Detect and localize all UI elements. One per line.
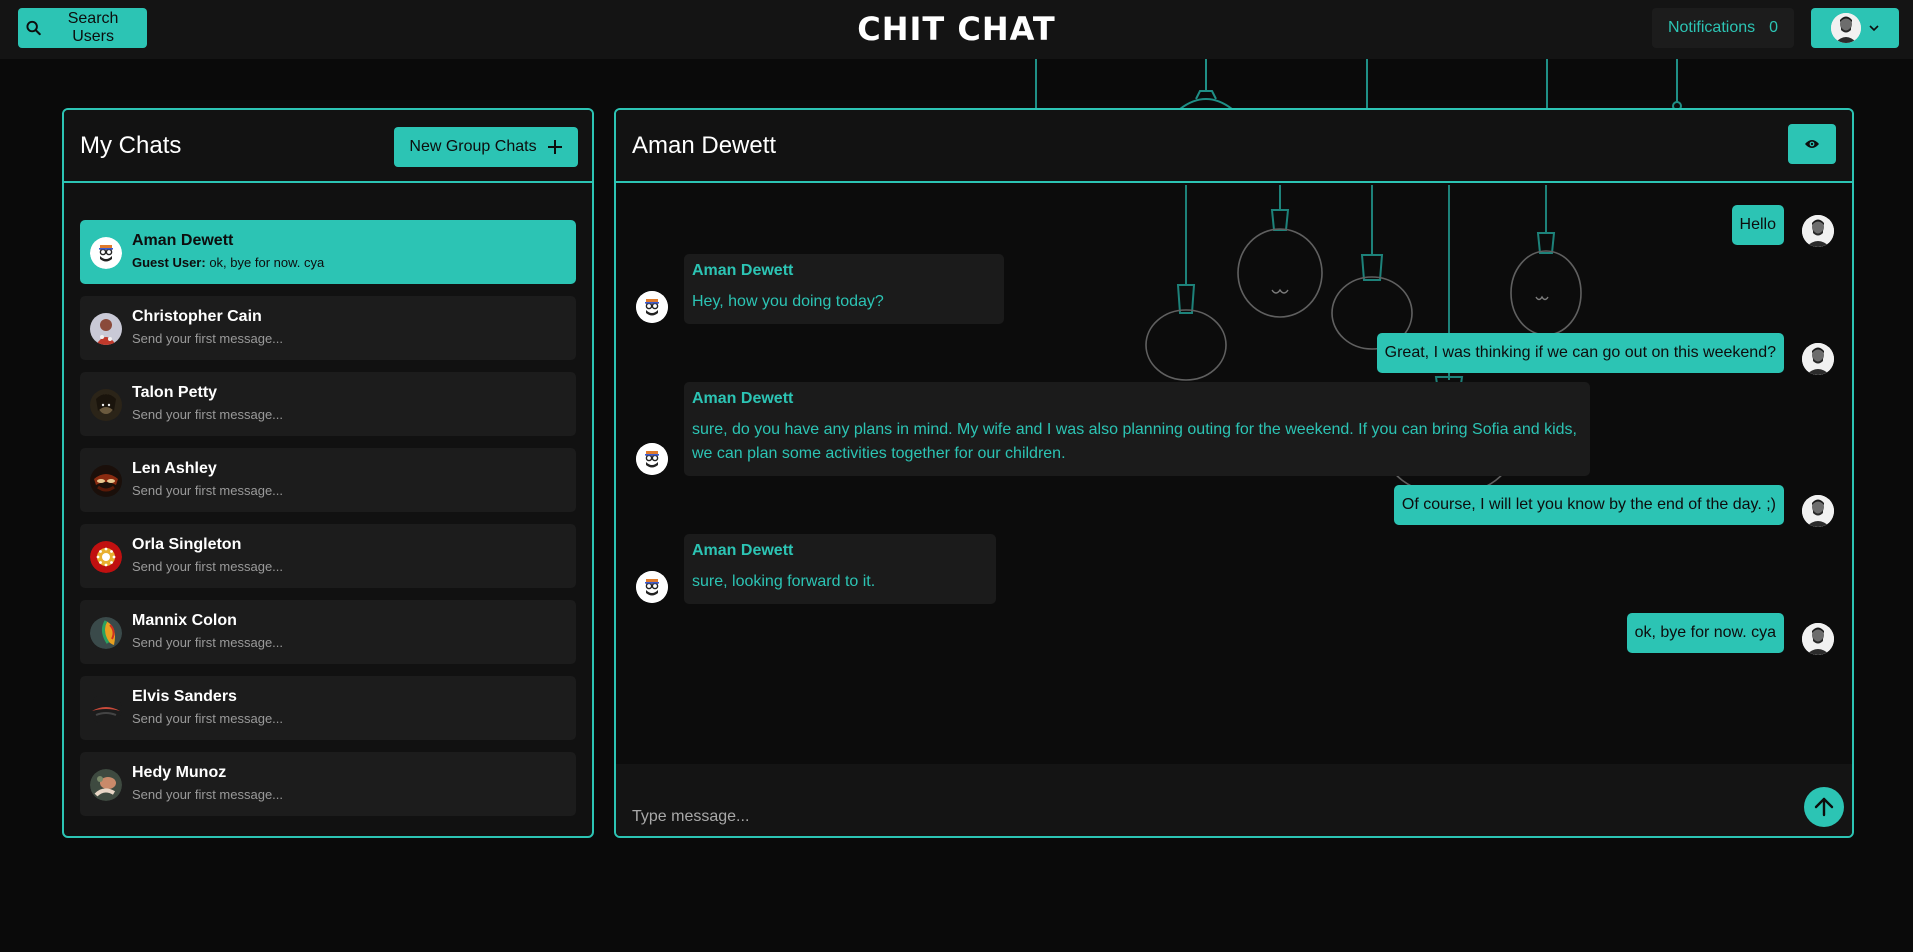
chat-title: Aman Dewett — [632, 132, 777, 159]
chat-item-christopher-cain[interactable]: Christopher Cain Send your first message… — [80, 296, 576, 360]
chat-item-len-ashley[interactable]: Len Ashley Send your first message... — [80, 448, 576, 512]
plus-icon — [547, 140, 562, 154]
notifications-label: Notifications — [1667, 19, 1756, 36]
arrow-up-icon — [1814, 797, 1834, 817]
message-text-line: sure, do you have any plans in mind. My … — [692, 421, 1577, 438]
message-outgoing: Great, I was thinking if we can go out o… — [1376, 333, 1784, 373]
chat-item-name: Len Ashley — [132, 460, 217, 477]
avatar — [90, 465, 122, 497]
message-text-line: we can plan some activities together for… — [692, 445, 1066, 462]
message-incoming: Aman Dewett sure, do you have any plans … — [684, 382, 1590, 476]
avatar — [90, 617, 122, 649]
eye-icon — [1805, 140, 1819, 148]
notifications-button[interactable]: Notifications 0 — [1652, 8, 1794, 48]
background-bulb-lines — [1035, 59, 1682, 109]
my-chats-panel: My Chats New Group Chats Aman Dewett Gue… — [62, 108, 594, 838]
send-button[interactable] — [1804, 787, 1844, 827]
notifications-count: 0 — [1769, 19, 1779, 36]
preview-text: ok, bye for now. cya — [209, 255, 325, 270]
chat-item-hedy-munoz[interactable]: Hedy Munoz Send your first message... — [80, 752, 576, 816]
chat-item-name: Elvis Sanders — [132, 688, 237, 705]
chat-item-name: Orla Singleton — [132, 536, 242, 553]
avatar — [90, 769, 122, 801]
view-profile-button[interactable] — [1788, 124, 1836, 164]
contact-avatar — [636, 291, 668, 323]
message-list: Hello Aman Dewett Hey, how you doing tod… — [616, 185, 1852, 836]
chat-item-preview: Send your first message... — [132, 407, 284, 422]
chat-item-preview: Send your first message... — [132, 559, 284, 574]
top-bar: Search Users CHIT CHAT Notifications 0 — [0, 0, 1913, 59]
message-text: Hello — [1739, 216, 1776, 233]
chat-item-preview: Send your first message... — [132, 635, 284, 650]
chat-item-preview: Send your first message... — [132, 787, 284, 802]
message-outgoing: ok, bye for now. cya — [1626, 613, 1784, 653]
my-avatar — [1802, 623, 1834, 655]
chat-item-name: Aman Dewett — [132, 232, 234, 249]
chat-item-elvis-sanders[interactable]: Elvis Sanders Send your first message... — [80, 676, 576, 740]
chat-list: Aman Dewett Guest User: ok, bye for now.… — [80, 220, 576, 828]
message-composer — [616, 764, 1852, 836]
avatar — [90, 237, 122, 269]
my-avatar — [1802, 343, 1834, 375]
chat-item-mannix-colon[interactable]: Mannix Colon Send your first message... — [80, 600, 576, 664]
chat-item-name: Mannix Colon — [132, 612, 237, 629]
chat-header: Aman Dewett — [616, 110, 1852, 183]
app-title: CHIT CHAT — [857, 10, 1056, 48]
user-avatar — [1831, 13, 1861, 43]
contact-avatar — [636, 443, 668, 475]
message-sender: Aman Dewett — [692, 390, 794, 407]
my-avatar — [1802, 215, 1834, 247]
chat-item-aman-dewett[interactable]: Aman Dewett Guest User: ok, bye for now.… — [80, 220, 576, 284]
chat-item-name: Christopher Cain — [132, 308, 262, 325]
chat-panel: Aman Dewett Hello Aman Dewett Hey, how y… — [614, 108, 1854, 838]
message-outgoing: Of course, I will let you know by the en… — [1393, 485, 1784, 525]
avatar — [90, 541, 122, 573]
message-incoming: Aman Dewett sure, looking forward to it. — [684, 534, 996, 604]
preview-sender: Guest User: — [132, 255, 206, 270]
chevron-down-icon — [1869, 25, 1879, 32]
message-text: Great, I was thinking if we can go out o… — [1384, 344, 1776, 361]
new-group-chat-label: New Group Chats — [409, 138, 537, 155]
message-sender: Aman Dewett — [692, 262, 794, 279]
message-text: Hey, how you doing today? — [692, 293, 884, 310]
chat-item-preview: Guest User: ok, bye for now. cya — [132, 255, 324, 270]
message-input[interactable] — [616, 764, 1776, 836]
message-text: ok, bye for now. cya — [1634, 624, 1776, 641]
chat-item-talon-petty[interactable]: Talon Petty Send your first message... — [80, 372, 576, 436]
chat-item-preview: Send your first message... — [132, 483, 284, 498]
avatar — [90, 313, 122, 345]
my-avatar — [1802, 495, 1834, 527]
chat-item-name: Talon Petty — [132, 384, 218, 401]
chat-item-orla-singleton[interactable]: Orla Singleton Send your first message..… — [80, 524, 576, 588]
profile-menu-button[interactable] — [1811, 8, 1899, 48]
message-text: Of course, I will let you know by the en… — [1401, 496, 1776, 513]
chat-item-preview: Send your first message... — [132, 711, 284, 726]
avatar — [90, 693, 122, 725]
new-group-chat-button[interactable]: New Group Chats — [394, 127, 578, 167]
message-text: sure, looking forward to it. — [692, 573, 876, 590]
chat-item-name: Hedy Munoz — [132, 764, 227, 781]
message-outgoing: Hello — [1731, 205, 1784, 245]
my-chats-title: My Chats — [80, 132, 182, 159]
contact-avatar — [636, 571, 668, 603]
avatar — [90, 389, 122, 421]
message-sender: Aman Dewett — [692, 542, 794, 559]
chat-item-preview: Send your first message... — [132, 331, 284, 346]
message-incoming: Aman Dewett Hey, how you doing today? — [684, 254, 1004, 324]
my-chats-header: My Chats New Group Chats — [64, 110, 592, 183]
